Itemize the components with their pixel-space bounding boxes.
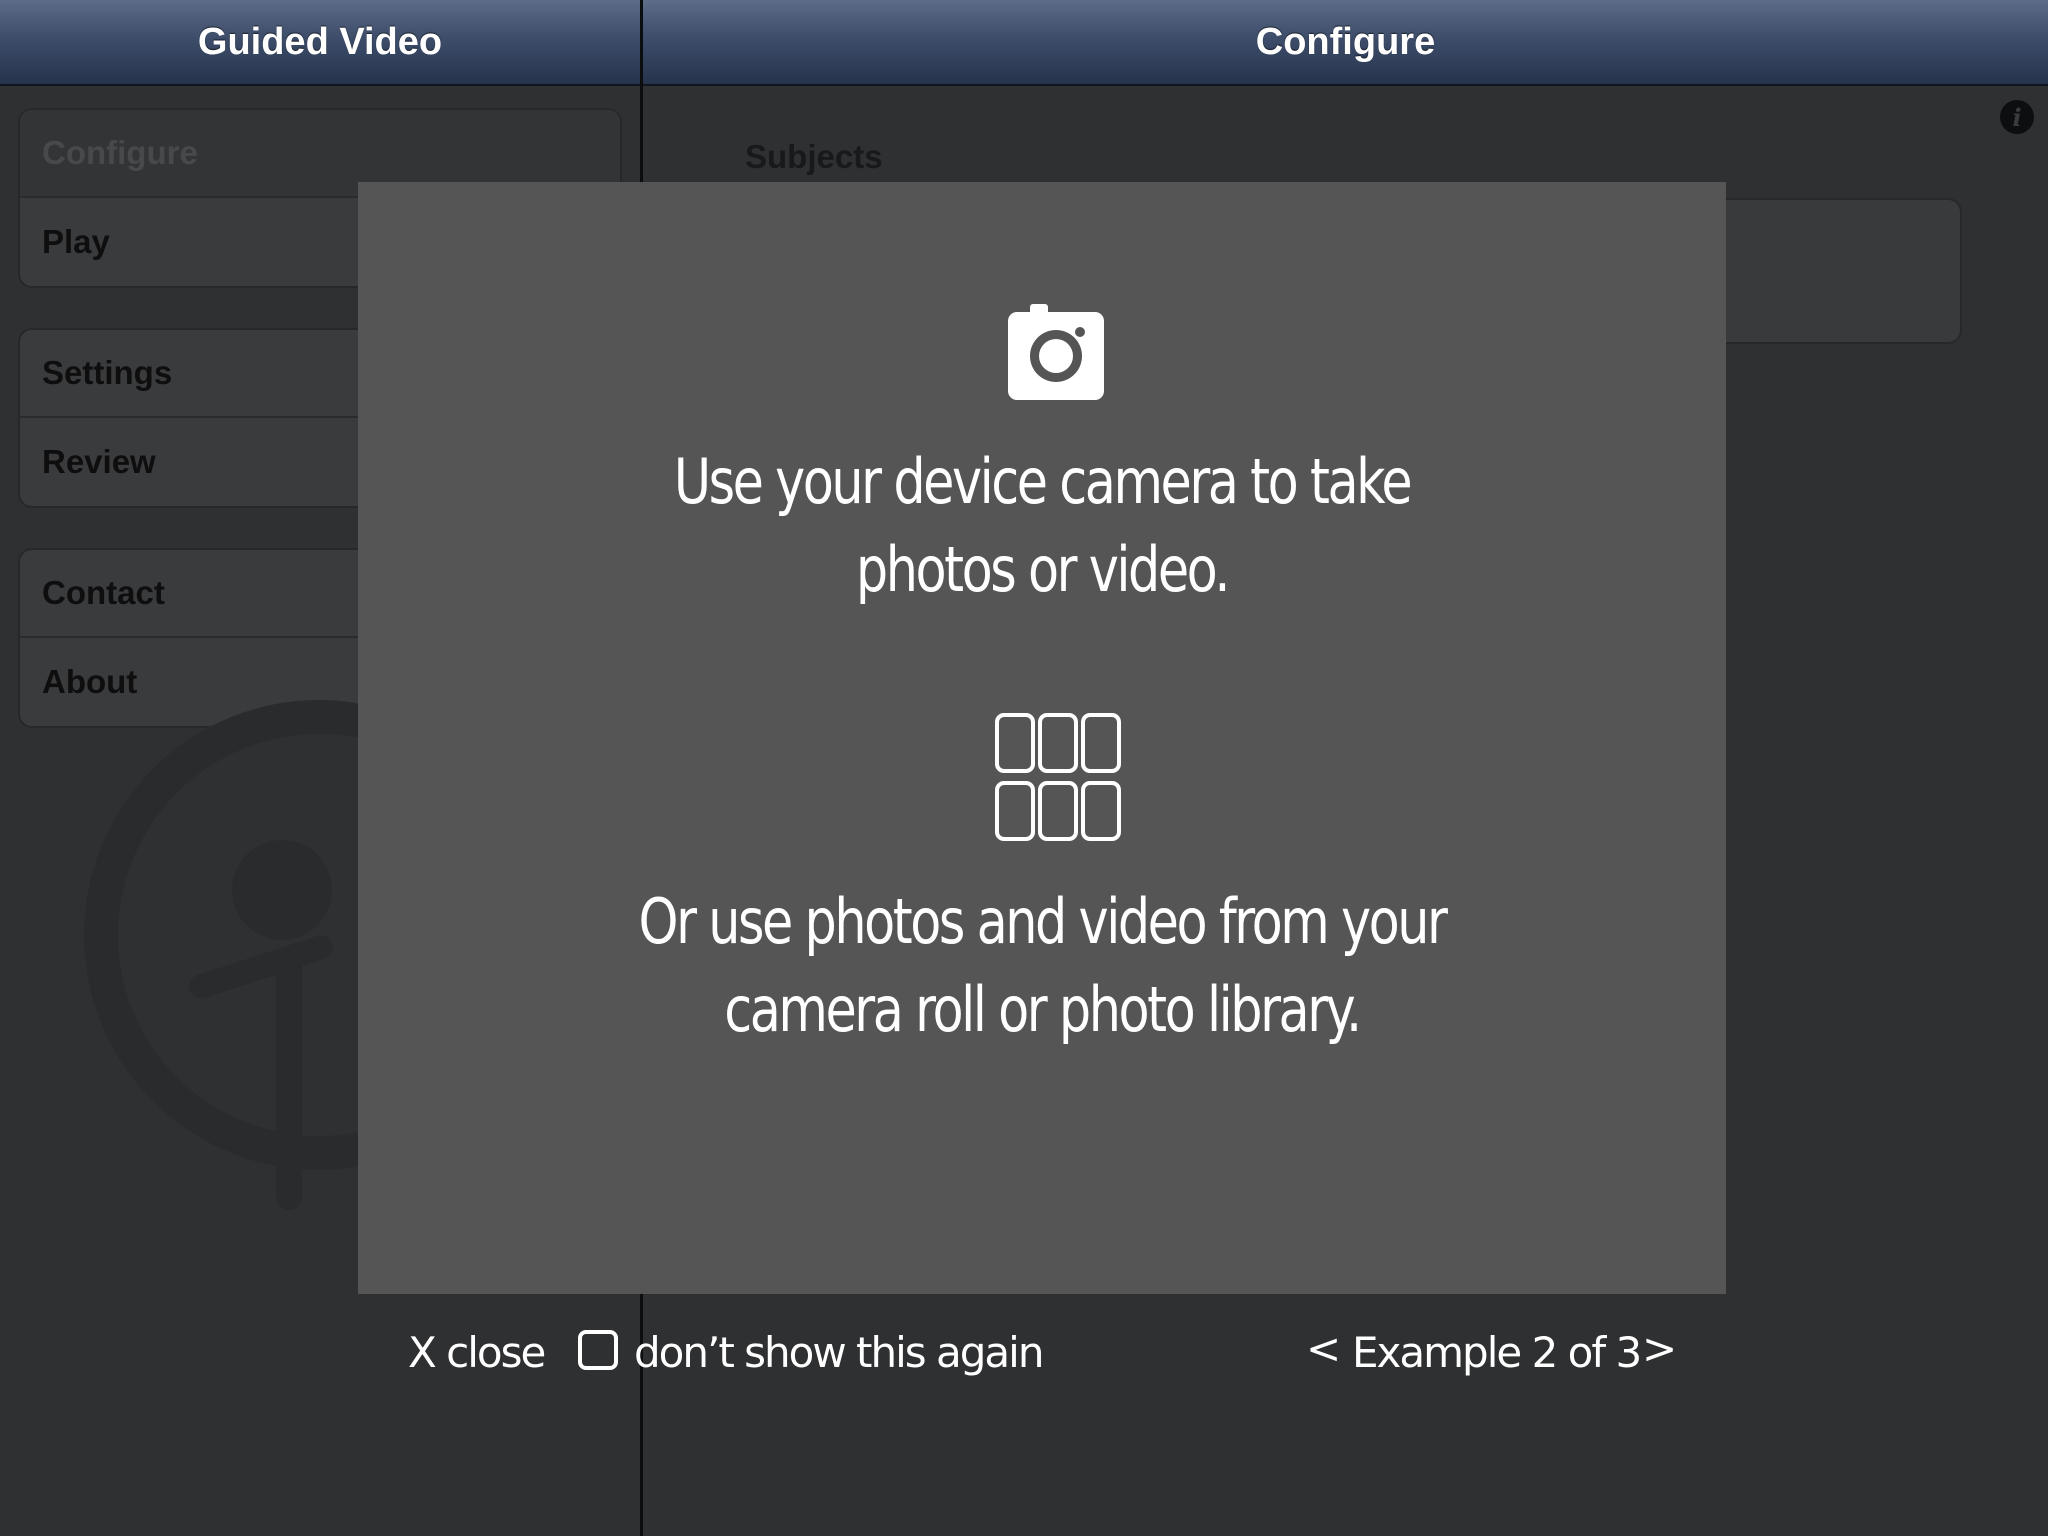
menu-item-label: Play [42,223,110,260]
close-button[interactable]: X close [408,1328,546,1377]
library-message: Or use photos and video from your camera… [481,878,1603,1054]
master-navbar: Guided Video [0,0,640,86]
photo-grid-icon [995,713,1121,841]
library-message-line-1: Or use photos and video from your [638,885,1448,958]
dont-show-checkbox[interactable] [578,1330,618,1370]
dont-show-label[interactable]: don’t show this again [634,1328,1044,1377]
prev-example-button[interactable]: < [1306,1324,1341,1373]
detail-navbar: Configure [643,0,2048,86]
tutorial-controls: X close don’t show this again < Example … [0,1320,2048,1390]
master-title: Guided Video [197,20,443,63]
menu-item-label: Contact [42,574,165,611]
section-label-subjects: Subjects [745,138,883,175]
camera-message-line-2: photos or video. [855,533,1231,606]
menu-item-label: About [42,663,138,700]
camera-icon [1008,304,1104,400]
info-icon[interactable]: i [2000,100,2034,134]
camera-message: Use your device camera to take photos or… [481,438,1603,614]
menu-item-label: Configure [42,134,198,171]
logo-watermark-body [276,950,302,1210]
menu-item-label: Settings [42,354,173,391]
logo-watermark-head [232,840,332,940]
camera-message-line-1: Use your device camera to take [673,445,1413,518]
library-message-line-2: camera roll or photo library. [724,973,1362,1046]
next-example-button[interactable]: > [1642,1324,1677,1373]
page-indicator: Example 2 of 3 [1352,1328,1642,1377]
tutorial-modal: Use your device camera to take photos or… [358,182,1726,1294]
menu-item-label: Review [42,443,156,480]
detail-title: Configure [1255,20,1436,63]
